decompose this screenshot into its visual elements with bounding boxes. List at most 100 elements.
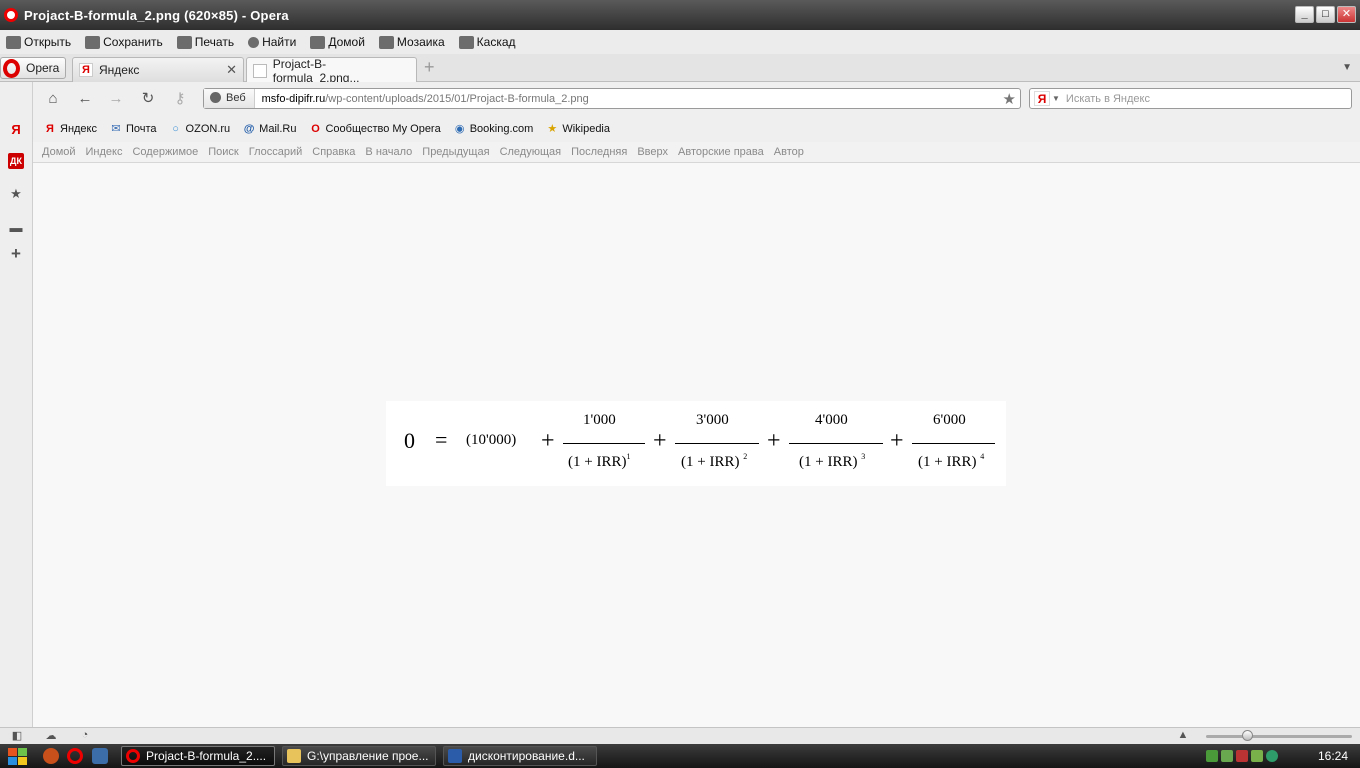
tile-button[interactable]: Мозаика: [378, 35, 445, 49]
start-button[interactable]: [6, 747, 28, 765]
at-icon: @: [243, 122, 255, 135]
minimize-button[interactable]: _: [1295, 6, 1314, 23]
speed-dial-icon[interactable]: ◔: [78, 729, 92, 742]
opera-quicklaunch-icon[interactable]: [67, 748, 83, 764]
key-icon[interactable]: ⚷: [171, 90, 189, 108]
mail-icon: ✉: [111, 122, 121, 135]
open-button[interactable]: Открыть: [6, 35, 71, 49]
taskbar-item-folder[interactable]: G:\управление прое...: [282, 746, 436, 766]
navlink-help[interactable]: Справка: [312, 146, 355, 158]
bookmark-mailru[interactable]: @ Mail.Ru: [242, 122, 297, 136]
tile-icon: [378, 35, 394, 49]
chevron-up-icon[interactable]: ▲: [1176, 729, 1190, 742]
yandex-icon[interactable]: Я: [8, 122, 24, 138]
home-icon[interactable]: ⌂: [44, 90, 62, 108]
cascade-button[interactable]: Каскад: [458, 35, 516, 49]
panel-toggle-icon[interactable]: ◧: [10, 729, 24, 742]
download-arrow-icon[interactable]: [1206, 750, 1218, 762]
image-icon: [253, 63, 267, 78]
term-3-numerator: 4'000: [815, 412, 848, 428]
title-bar: Projact-B-formula_2.png (620×85) - Opera…: [0, 0, 1360, 30]
bookmarks-bar: Я Яндекс ✉ Почта ○ OZON.ru @ Mail.Ru O Сообще…: [33, 115, 1360, 142]
navlink-last[interactable]: Последняя: [571, 146, 627, 158]
zoom-slider-track[interactable]: [1206, 735, 1352, 738]
bookmark-booking[interactable]: ◉ Booking.com: [453, 122, 533, 136]
bookmark-mail[interactable]: ✉ Почта: [109, 122, 156, 136]
yandex-search-icon[interactable]: Я: [1034, 91, 1050, 106]
find-button[interactable]: Найти: [248, 35, 296, 49]
term-2-fraction-bar: [675, 443, 759, 444]
bookmark-my-opera[interactable]: O Сообщество My Opera: [308, 122, 441, 136]
signal-bars-icon[interactable]: [1221, 750, 1233, 762]
formula-plus: +: [653, 428, 667, 454]
address-field[interactable]: Веб msfo-dipifr.ru/wp-content/uploads/20…: [203, 88, 1021, 109]
term-1-fraction-bar: [563, 443, 645, 444]
tab-yandex[interactable]: Я Яндекс ✕: [72, 57, 244, 82]
maximize-button[interactable]: □: [1316, 6, 1335, 23]
new-tab-icon[interactable]: +: [424, 58, 438, 76]
navlink-glossary[interactable]: Глоссарий: [249, 146, 303, 158]
chevron-down-icon[interactable]: ▼: [1052, 94, 1060, 103]
word-document-icon: [448, 749, 462, 763]
term-1-denominator: (1 + IRR)1: [568, 452, 631, 470]
zoom-slider-handle[interactable]: [1242, 730, 1253, 741]
bookmark-ozon[interactable]: ○ OZON.ru: [169, 122, 230, 136]
add-panel-icon[interactable]: +: [8, 245, 24, 262]
reload-icon[interactable]: ↻: [139, 90, 157, 108]
dk-icon[interactable]: ДК: [8, 153, 24, 169]
term-4-denominator: (1 + IRR) 4: [918, 452, 985, 470]
folder-icon: [6, 35, 21, 49]
term-2-numerator: 3'000: [696, 412, 729, 428]
cascade-icon: [458, 35, 474, 49]
opera-icon: [3, 58, 20, 78]
opera-menu-button[interactable]: Opera: [0, 57, 66, 79]
formula-lhs: 0: [404, 428, 415, 453]
back-arrow-icon[interactable]: ←: [76, 90, 94, 108]
search-input[interactable]: Я ▼ Искать в Яндекс: [1029, 88, 1352, 109]
formula-initial-investment: (10'000): [466, 432, 517, 448]
tab-bar: Opera Я Яндекс ✕ Projact-B-formula_2.png…: [0, 54, 1360, 85]
bookmark-yandex[interactable]: Я Яндекс: [43, 122, 97, 136]
save-button[interactable]: Сохранить: [85, 35, 163, 49]
browser-quicklaunch-icon[interactable]: [43, 748, 59, 764]
navlink-author[interactable]: Автор: [774, 146, 804, 158]
navlink-next[interactable]: Следующая: [500, 146, 562, 158]
term-4-numerator: 6'000: [933, 412, 966, 428]
forward-arrow-icon[interactable]: →: [107, 90, 125, 108]
bookmarks-star-icon[interactable]: ★: [8, 186, 24, 202]
navlink-contents[interactable]: Содержимое: [132, 146, 198, 158]
navlink-home[interactable]: Домой: [42, 146, 76, 158]
language-flag-icon[interactable]: [1236, 750, 1248, 762]
navlink-copyright[interactable]: Авторские права: [678, 146, 764, 158]
star-icon: ★: [547, 122, 558, 135]
status-bar: ◧ ☁ ◔ ▲: [0, 727, 1360, 744]
home-icon: [310, 35, 326, 49]
bookmark-wikipedia[interactable]: ★ Wikipedia: [545, 122, 610, 136]
formula-equals: =: [435, 427, 448, 452]
status-circle-icon[interactable]: [1266, 750, 1278, 762]
panel-window-icon[interactable]: ▬: [8, 220, 24, 236]
tab-formula-image[interactable]: Projact-B-formula_2.png...: [246, 57, 417, 85]
page-content: 0 = (10'000) + 1'000 (1 + IRR)1 + 3'000 …: [33, 163, 1360, 727]
system-tray: [1206, 747, 1278, 765]
print-button[interactable]: Печать: [176, 35, 234, 49]
home-button[interactable]: Домой: [310, 35, 365, 49]
cloud-icon[interactable]: ☁: [44, 729, 58, 742]
tab-close-icon[interactable]: ✕: [226, 62, 237, 78]
desktop-quicklaunch-icon[interactable]: [92, 748, 108, 764]
navlink-index[interactable]: Индекс: [86, 146, 123, 158]
navlink-first[interactable]: В начало: [365, 146, 412, 158]
term-1-numerator: 1'000: [583, 412, 616, 428]
taskbar-item-word[interactable]: дисконтирование.d...: [443, 746, 597, 766]
close-button[interactable]: ✕: [1337, 6, 1356, 23]
network-icon[interactable]: [1251, 750, 1263, 762]
navlink-search[interactable]: Поиск: [208, 146, 238, 158]
navlink-up[interactable]: Вверх: [637, 146, 668, 158]
web-mode-badge[interactable]: Веб: [204, 89, 255, 108]
formula-plus: +: [541, 428, 555, 454]
navlink-previous[interactable]: Предыдущая: [422, 146, 489, 158]
chevron-down-icon[interactable]: ▼: [1342, 62, 1352, 73]
bookmark-star-icon[interactable]: ★: [1003, 90, 1016, 108]
navigation-links-bar: Домой Индекс Содержимое Поиск Глоссарий …: [33, 142, 1360, 163]
taskbar-item-opera[interactable]: Projact-B-formula_2....: [121, 746, 275, 766]
